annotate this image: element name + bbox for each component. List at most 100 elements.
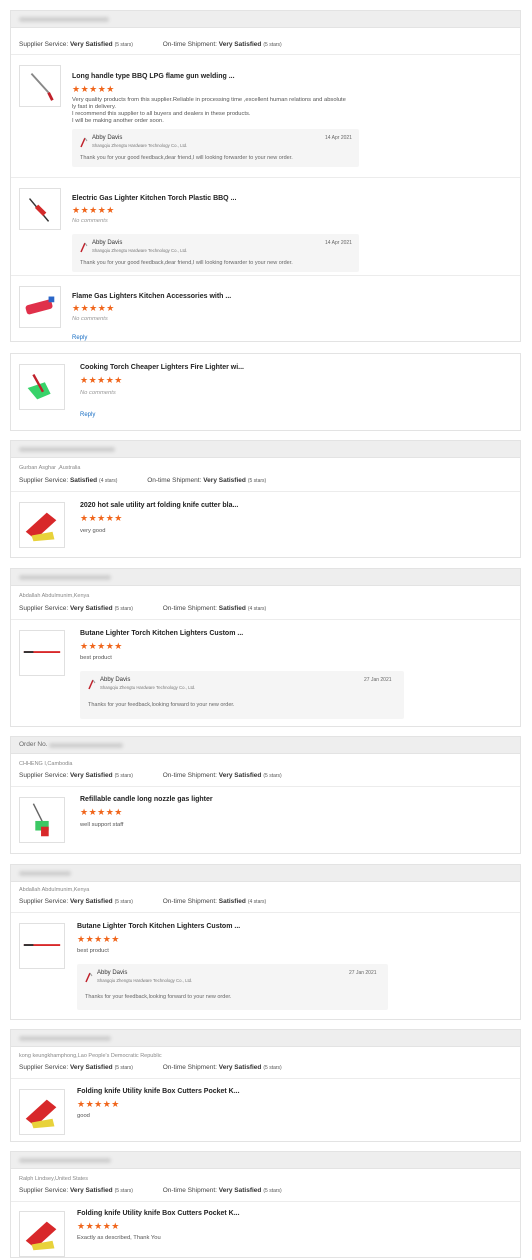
review-item: Folding knife Utility knife Box Cutters … xyxy=(11,1079,520,1141)
supplier-rating: Very Satisfied xyxy=(69,41,113,48)
supplier-rating: Very Satisfied xyxy=(69,898,113,905)
supplier-rating: Satisfied xyxy=(69,477,98,484)
star-rating: ★★★★★ xyxy=(77,1221,120,1231)
review-comment: best product xyxy=(77,948,109,954)
shipment-rating: Satisfied xyxy=(218,605,246,612)
review-card: Order No. CHHENG I,Cambodia Supplier Ser… xyxy=(10,736,521,854)
seller-company: Shangqiu Zhengtu Hardware Technology Co.… xyxy=(100,685,196,690)
order-header xyxy=(11,1030,520,1047)
review-card: Abdallah Abdulmunim,Kenya Supplier Servi… xyxy=(10,568,521,727)
seller-reply: Abby Davis Shangqiu Zhengtu Hardware Tec… xyxy=(77,964,388,1010)
seller-logo-icon xyxy=(80,242,88,253)
review-item: Refillable candle long nozzle gas lighte… xyxy=(11,787,520,853)
review-item: Folding knife Utility knife Box Cutters … xyxy=(11,1202,520,1257)
product-thumbnail[interactable] xyxy=(19,502,65,548)
order-header xyxy=(11,1152,520,1169)
product-thumbnail[interactable] xyxy=(19,65,61,107)
supplier-rating: Very Satisfied xyxy=(69,605,113,612)
no-comments-text: No comments xyxy=(72,218,108,224)
product-thumbnail[interactable] xyxy=(19,1089,65,1135)
redacted-order-number xyxy=(19,871,71,876)
supplier-rating: Very Satisfied xyxy=(69,1064,113,1071)
buyer-name: Gurban Asghar ,Australia xyxy=(19,465,81,471)
rating-summary: Supplier Service: Very Satisfied (5 stars… xyxy=(19,605,267,612)
product-title[interactable]: Flame Gas Lighters Kitchen Accessories w… xyxy=(72,293,231,300)
reply-link[interactable]: Reply xyxy=(72,335,87,341)
star-rating: ★★★★★ xyxy=(77,1099,120,1109)
review-comment: well support staff xyxy=(80,822,124,828)
star-rating: ★★★★★ xyxy=(72,205,115,215)
reply-link[interactable]: Reply xyxy=(80,412,95,418)
review-card: Ralph Lindsey,United States Supplier Ser… xyxy=(10,1151,521,1258)
review-card: Abdallah Abdulmunim,Kenya Supplier Servi… xyxy=(10,864,521,1020)
redacted-order-number xyxy=(19,1036,111,1041)
product-thumbnail[interactable] xyxy=(19,1211,65,1257)
review-comment: best product xyxy=(80,655,112,661)
star-rating: ★★★★★ xyxy=(80,513,123,523)
reply-date: 27 Jan 2021 xyxy=(349,970,377,976)
shipment-rating: Very Satisfied xyxy=(218,1187,262,1194)
reply-text: Thank you for your good feedback,dear fr… xyxy=(80,260,293,266)
buyer-name: Abdallah Abdulmunim,Kenya xyxy=(19,887,90,893)
product-thumbnail[interactable] xyxy=(19,364,65,410)
reply-text: Thanks for your feedback,looking forward… xyxy=(88,702,235,708)
buyer-name: Abdallah Abdulmunim,Kenya xyxy=(19,593,90,599)
shipment-rating: Very Satisfied xyxy=(218,772,262,779)
product-title[interactable]: Butane Lighter Torch Kitchen Lighters Cu… xyxy=(80,630,243,637)
star-rating: ★★★★★ xyxy=(72,84,115,94)
star-rating: ★★★★★ xyxy=(77,934,120,944)
order-header xyxy=(11,441,520,458)
redacted-order-number xyxy=(49,743,123,748)
seller-company: Shangqiu Zhengtu Hardware Technology Co.… xyxy=(92,248,188,253)
product-title[interactable]: Refillable candle long nozzle gas lighte… xyxy=(80,796,213,803)
product-title[interactable]: 2020 hot sale utility art folding knife … xyxy=(80,502,238,509)
buyer-name: CHHENG I,Cambodia xyxy=(19,761,73,767)
rating-summary: Supplier Service: Very Satisfied (5 stars… xyxy=(19,898,267,905)
product-thumbnail[interactable] xyxy=(19,797,65,843)
redacted-order-number xyxy=(19,17,109,22)
seller-reply: Abby Davis Shangqiu Zhengtu Hardware Tec… xyxy=(80,671,404,719)
product-thumbnail[interactable] xyxy=(19,923,65,969)
review-card: Cooking Torch Cheaper Lighters Fire Ligh… xyxy=(10,353,521,431)
review-item: Butane Lighter Torch Kitchen Lighters Cu… xyxy=(11,620,520,725)
order-number-label: Order No. xyxy=(19,741,48,748)
seller-logo-icon xyxy=(88,679,96,690)
product-thumbnail[interactable] xyxy=(19,286,61,328)
redacted-order-number xyxy=(19,1158,111,1163)
no-comments-text: No comments xyxy=(80,390,116,396)
rating-summary: Supplier Service: Very Satisfied (5 stars… xyxy=(19,1064,282,1071)
order-header: Order No. xyxy=(11,737,520,754)
redacted-order-number xyxy=(19,447,115,452)
product-title[interactable]: Electric Gas Lighter Kitchen Torch Plast… xyxy=(72,195,236,202)
review-item: Flame Gas Lighters Kitchen Accessories w… xyxy=(11,276,520,342)
review-item: Electric Gas Lighter Kitchen Torch Plast… xyxy=(11,178,520,276)
seller-logo-icon xyxy=(85,972,93,983)
review-comment: good xyxy=(77,1113,90,1119)
order-header xyxy=(11,569,520,586)
buyer-name: Ralph Lindsey,United States xyxy=(19,1176,88,1182)
supplier-rating: Very Satisfied xyxy=(69,772,113,779)
review-item: 2020 hot sale utility art folding knife … xyxy=(11,492,520,556)
seller-name: Abby Davis xyxy=(100,677,131,683)
review-comment: very good xyxy=(80,528,106,534)
product-thumbnail[interactable] xyxy=(19,630,65,676)
seller-name: Abby Davis xyxy=(97,970,128,976)
rating-summary: Supplier Service: Very Satisfied (5 stars… xyxy=(19,41,282,48)
review-item: Cooking Torch Cheaper Lighters Fire Ligh… xyxy=(11,354,520,430)
rating-summary: Supplier Service: Satisfied (4 stars) On-… xyxy=(19,477,267,484)
product-title[interactable]: Long handle type BBQ LPG flame gun weldi… xyxy=(72,73,235,80)
star-rating: ★★★★★ xyxy=(80,641,123,651)
product-title[interactable]: Folding knife Utility knife Box Cutters … xyxy=(77,1210,240,1217)
order-header xyxy=(11,865,520,882)
review-card: Gurban Asghar ,Australia Supplier Servic… xyxy=(10,440,521,558)
product-title[interactable]: Folding knife Utility knife Box Cutters … xyxy=(77,1088,240,1095)
product-thumbnail[interactable] xyxy=(19,188,61,230)
star-rating: ★★★★★ xyxy=(80,375,123,385)
shipment-rating: Very Satisfied xyxy=(203,477,246,484)
product-title[interactable]: Butane Lighter Torch Kitchen Lighters Cu… xyxy=(77,923,240,930)
buyer-name: kong keungkhamphong,Lao People's Democra… xyxy=(19,1053,162,1059)
reply-date: 27 Jan 2021 xyxy=(364,677,392,683)
no-comments-text: No comments xyxy=(72,316,108,322)
review-item: Long handle type BBQ LPG flame gun weldi… xyxy=(11,55,520,175)
product-title[interactable]: Cooking Torch Cheaper Lighters Fire Ligh… xyxy=(80,364,244,371)
